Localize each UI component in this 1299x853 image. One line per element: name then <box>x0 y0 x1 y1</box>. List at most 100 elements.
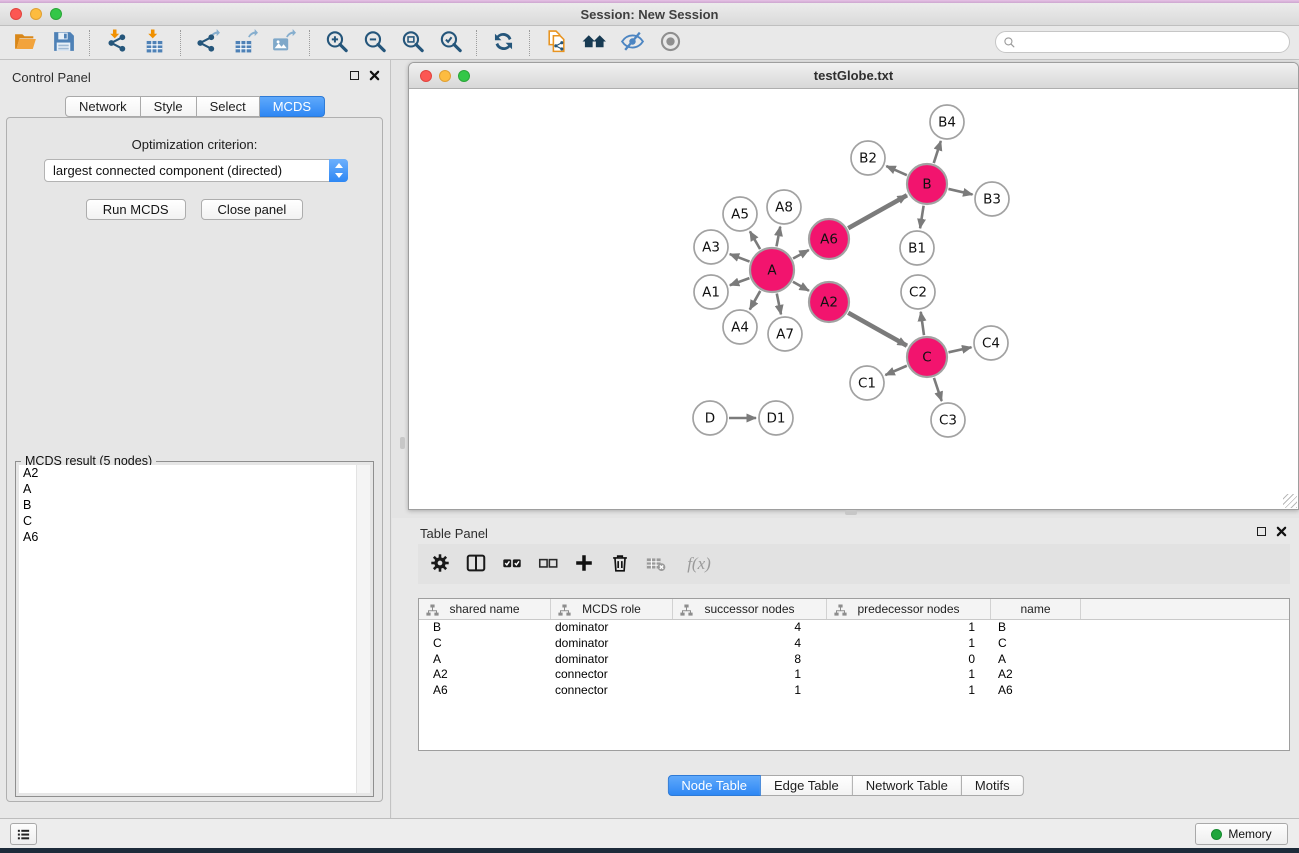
settings-gear-button[interactable] <box>422 548 458 580</box>
run-mcds-button[interactable]: Run MCDS <box>86 199 186 220</box>
column-header-name[interactable]: name <box>991 599 1081 619</box>
edge-A-A5[interactable] <box>750 231 760 249</box>
resize-grip-icon[interactable] <box>1283 494 1297 508</box>
close-panel-button[interactable]: Close panel <box>201 199 304 220</box>
node-label-C2: C2 <box>909 285 927 301</box>
column-header-MCDS-role[interactable]: MCDS role <box>551 599 673 619</box>
result-list-scrollbar[interactable] <box>356 465 370 793</box>
float-panel-icon[interactable] <box>1257 527 1266 536</box>
refresh-layout-button[interactable] <box>484 28 522 58</box>
edge-A-A6[interactable] <box>793 250 809 259</box>
task-history-button[interactable] <box>10 823 37 845</box>
search-field[interactable] <box>995 31 1290 53</box>
edge-A-A1[interactable] <box>730 278 750 285</box>
horizontal-scrollbar-thumb[interactable] <box>845 510 857 515</box>
edge-B-B4[interactable] <box>934 141 941 163</box>
search-input[interactable] <box>1016 35 1289 49</box>
edge-A-A2[interactable] <box>793 282 809 291</box>
home-button[interactable] <box>575 28 613 58</box>
edge-A-A7[interactable] <box>777 294 781 315</box>
table-cell: dominator <box>551 652 673 668</box>
tab-edge-table[interactable]: Edge Table <box>761 775 853 796</box>
column-header-shared-name[interactable]: shared name <box>419 599 551 619</box>
export-image-button[interactable] <box>264 28 302 58</box>
vertical-scrollbar-thumb[interactable] <box>400 437 405 449</box>
column-header-successor-nodes[interactable]: successor nodes <box>673 599 827 619</box>
mcds-action-buttons: Run MCDS Close panel <box>7 199 382 220</box>
save-session-button[interactable] <box>44 28 82 58</box>
tab-style[interactable]: Style <box>141 96 197 117</box>
export-table-button[interactable] <box>226 28 264 58</box>
select-all-button[interactable] <box>494 548 530 580</box>
edge-C-C3[interactable] <box>934 378 942 401</box>
delete-column-button[interactable] <box>602 548 638 580</box>
table-row[interactable]: Bdominator41B <box>419 620 1289 636</box>
import-network-icon <box>104 29 129 57</box>
tab-motifs[interactable]: Motifs <box>962 775 1024 796</box>
zoom-in-button[interactable] <box>317 28 355 58</box>
memory-button[interactable]: Memory <box>1195 823 1288 845</box>
export-network-button[interactable] <box>188 28 226 58</box>
edge-A-A8[interactable] <box>776 227 780 247</box>
table-panel-window-controls <box>1257 526 1287 537</box>
column-header-predecessor-nodes[interactable]: predecessor nodes <box>827 599 991 619</box>
zoom-selected-button[interactable] <box>431 28 469 58</box>
close-panel-icon[interactable] <box>1276 526 1287 537</box>
edge-A-A3[interactable] <box>730 254 750 261</box>
eye-button[interactable] <box>651 28 689 58</box>
tab-select[interactable]: Select <box>197 96 260 117</box>
result-list-item[interactable]: A6 <box>19 529 370 545</box>
result-list-item[interactable]: B <box>19 497 370 513</box>
tab-network-table[interactable]: Network Table <box>853 775 962 796</box>
table-cell: 8 <box>673 652 827 668</box>
edge-B-B1[interactable] <box>920 206 924 229</box>
zoom-out-icon <box>362 29 387 57</box>
node-label-A6: A6 <box>820 232 838 248</box>
copy-network-button[interactable] <box>537 28 575 58</box>
table-row[interactable]: Cdominator41C <box>419 636 1289 652</box>
table-row[interactable]: A2connector11A2 <box>419 667 1289 683</box>
add-column-button[interactable] <box>566 548 602 580</box>
export-network-icon <box>195 29 220 57</box>
table-row[interactable]: A6connector11A6 <box>419 683 1289 699</box>
result-list-item[interactable]: A2 <box>19 465 370 481</box>
desktop-edge-bottom <box>0 848 1299 853</box>
open-file-button[interactable] <box>6 28 44 58</box>
tab-node-table[interactable]: Node Table <box>667 775 761 796</box>
edge-B-B2[interactable] <box>886 166 907 175</box>
edge-C-C4[interactable] <box>948 347 971 352</box>
export-image-icon <box>271 29 296 57</box>
table-row[interactable]: Adominator80A <box>419 652 1289 668</box>
column-header-filler <box>1081 599 1289 619</box>
edge-C-C2[interactable] <box>921 312 924 335</box>
edge-B-B3[interactable] <box>948 189 972 195</box>
zoom-out-button[interactable] <box>355 28 393 58</box>
tab-mcds[interactable]: MCDS <box>260 96 325 117</box>
table-panel: Table Panel f(x) shared nameMCDS rolesuc… <box>392 518 1299 818</box>
dropdown-stepper-icon <box>329 159 348 182</box>
edge-A6-B[interactable] <box>848 195 907 228</box>
float-panel-icon[interactable] <box>350 71 359 80</box>
edge-C-C1[interactable] <box>885 366 906 375</box>
result-list-item[interactable]: C <box>19 513 370 529</box>
eye-slash-button[interactable] <box>613 28 651 58</box>
main-titlebar: Session: New Session <box>0 3 1299 26</box>
network-graph: B4B2BB3A5A8A6A3B1AA1C2A2A4A7C4CC1C3DD1 <box>409 89 1298 509</box>
split-columns-button[interactable] <box>458 548 494 580</box>
mcds-result-list[interactable]: A2ABCA6 <box>19 465 370 793</box>
import-network-button[interactable] <box>97 28 135 58</box>
optimization-criterion-dropdown[interactable]: largest connected component (directed) <box>44 159 348 182</box>
table-toolbar: f(x) <box>418 544 1290 584</box>
import-table-button[interactable] <box>135 28 173 58</box>
close-panel-icon[interactable] <box>369 70 380 81</box>
eye-slash-icon <box>620 29 645 57</box>
deselect-all-button[interactable] <box>530 548 566 580</box>
eye-icon <box>658 29 683 57</box>
result-list-item[interactable]: A <box>19 481 370 497</box>
edge-A2-C[interactable] <box>848 313 907 346</box>
tab-network[interactable]: Network <box>65 96 141 117</box>
network-graph-canvas[interactable]: B4B2BB3A5A8A6A3B1AA1C2A2A4A7C4CC1C3DD1 <box>409 89 1298 509</box>
edge-A-A4[interactable] <box>750 291 760 310</box>
node-label-C1: C1 <box>858 376 876 392</box>
zoom-fit-button[interactable] <box>393 28 431 58</box>
